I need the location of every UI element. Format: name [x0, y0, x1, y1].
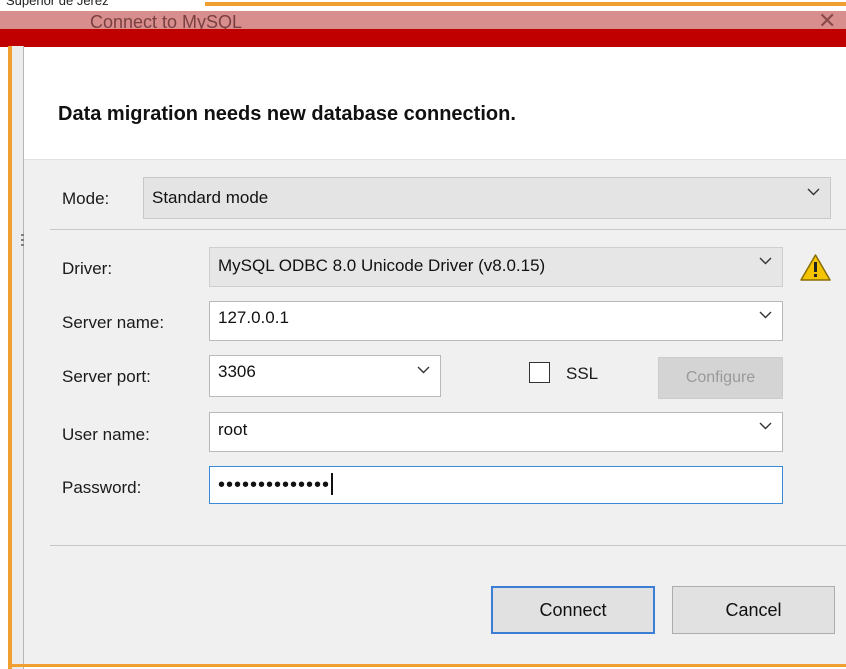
background-caption: Superior de Jerez: [6, 0, 109, 8]
background-orange-line: [205, 2, 846, 6]
mode-label: Mode:: [62, 189, 110, 208]
red-highlight-bar: [0, 29, 846, 47]
left-window-edge: [12, 46, 31, 669]
server-name-label: Server name:: [62, 313, 165, 332]
divider: [50, 229, 846, 230]
password-field[interactable]: ••••••••••••••: [209, 466, 783, 504]
chevron-down-icon[interactable]: [417, 363, 430, 376]
password-value: ••••••••••••••: [218, 473, 334, 497]
configure-button[interactable]: Configure: [658, 357, 783, 399]
mode-value: Standard mode: [152, 188, 269, 207]
user-name-field[interactable]: root: [209, 412, 783, 452]
server-port-label: Server port:: [62, 367, 151, 386]
user-name-label: User name:: [62, 425, 150, 444]
mode-select[interactable]: Standard mode: [143, 177, 831, 219]
user-name-value: root: [218, 420, 248, 439]
divider: [50, 545, 846, 546]
server-port-value: 3306: [218, 362, 256, 381]
ssl-label: SSL: [566, 364, 599, 383]
chevron-down-icon: [759, 254, 772, 267]
text-caret: [331, 473, 334, 495]
bottom-orange-border: [8, 664, 846, 667]
connect-button[interactable]: Connect: [491, 586, 655, 634]
warning-icon: [799, 253, 832, 282]
chevron-down-icon[interactable]: [759, 419, 772, 432]
driver-value: MySQL ODBC 8.0 Unicode Driver (v8.0.15): [218, 256, 546, 275]
driver-select[interactable]: MySQL ODBC 8.0 Unicode Driver (v8.0.15): [209, 247, 783, 287]
page-title: Data migration needs new database connec…: [58, 103, 516, 125]
chevron-down-icon: [807, 185, 820, 198]
cancel-button[interactable]: Cancel: [672, 586, 835, 634]
password-label: Password:: [62, 478, 142, 497]
chevron-down-icon[interactable]: [759, 308, 772, 321]
server-name-field[interactable]: 127.0.0.1: [209, 301, 783, 341]
server-name-value: 127.0.0.1: [218, 308, 289, 327]
ssl-checkbox[interactable]: [529, 362, 550, 383]
server-port-field[interactable]: 3306: [209, 355, 441, 397]
driver-label: Driver:: [62, 259, 113, 278]
